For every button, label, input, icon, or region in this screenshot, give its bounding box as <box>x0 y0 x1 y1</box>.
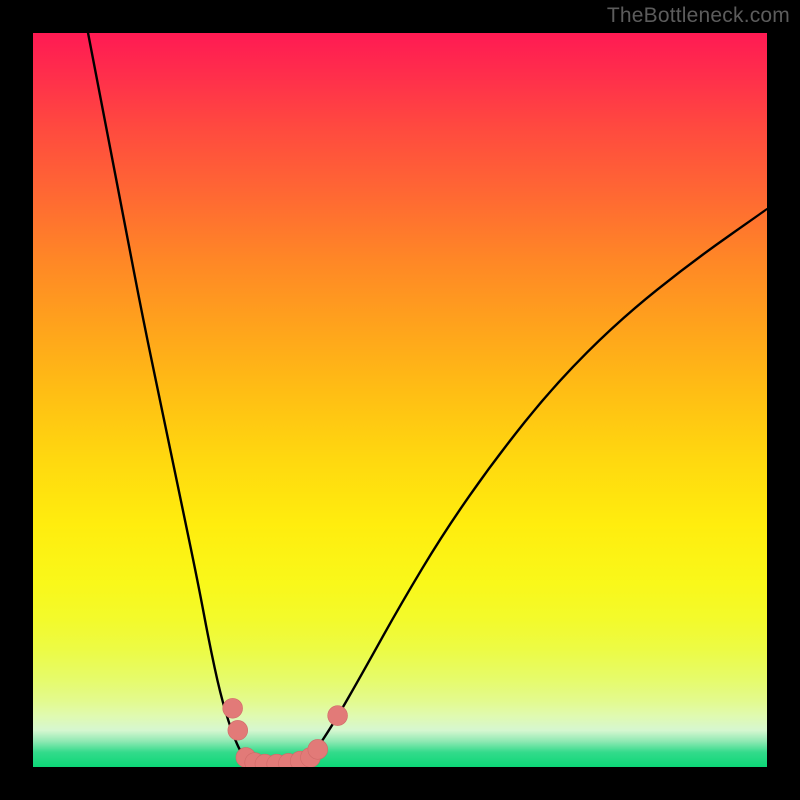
plot-area <box>33 33 767 767</box>
low-point-marker <box>308 739 328 759</box>
low-point-marker <box>328 706 348 726</box>
watermark-text: TheBottleneck.com <box>607 4 790 28</box>
low-point-marker <box>223 698 243 718</box>
low-point-marker <box>228 720 248 740</box>
bottleneck-curve <box>88 33 767 765</box>
curve-layer <box>33 33 767 767</box>
chart-frame: TheBottleneck.com <box>0 0 800 800</box>
